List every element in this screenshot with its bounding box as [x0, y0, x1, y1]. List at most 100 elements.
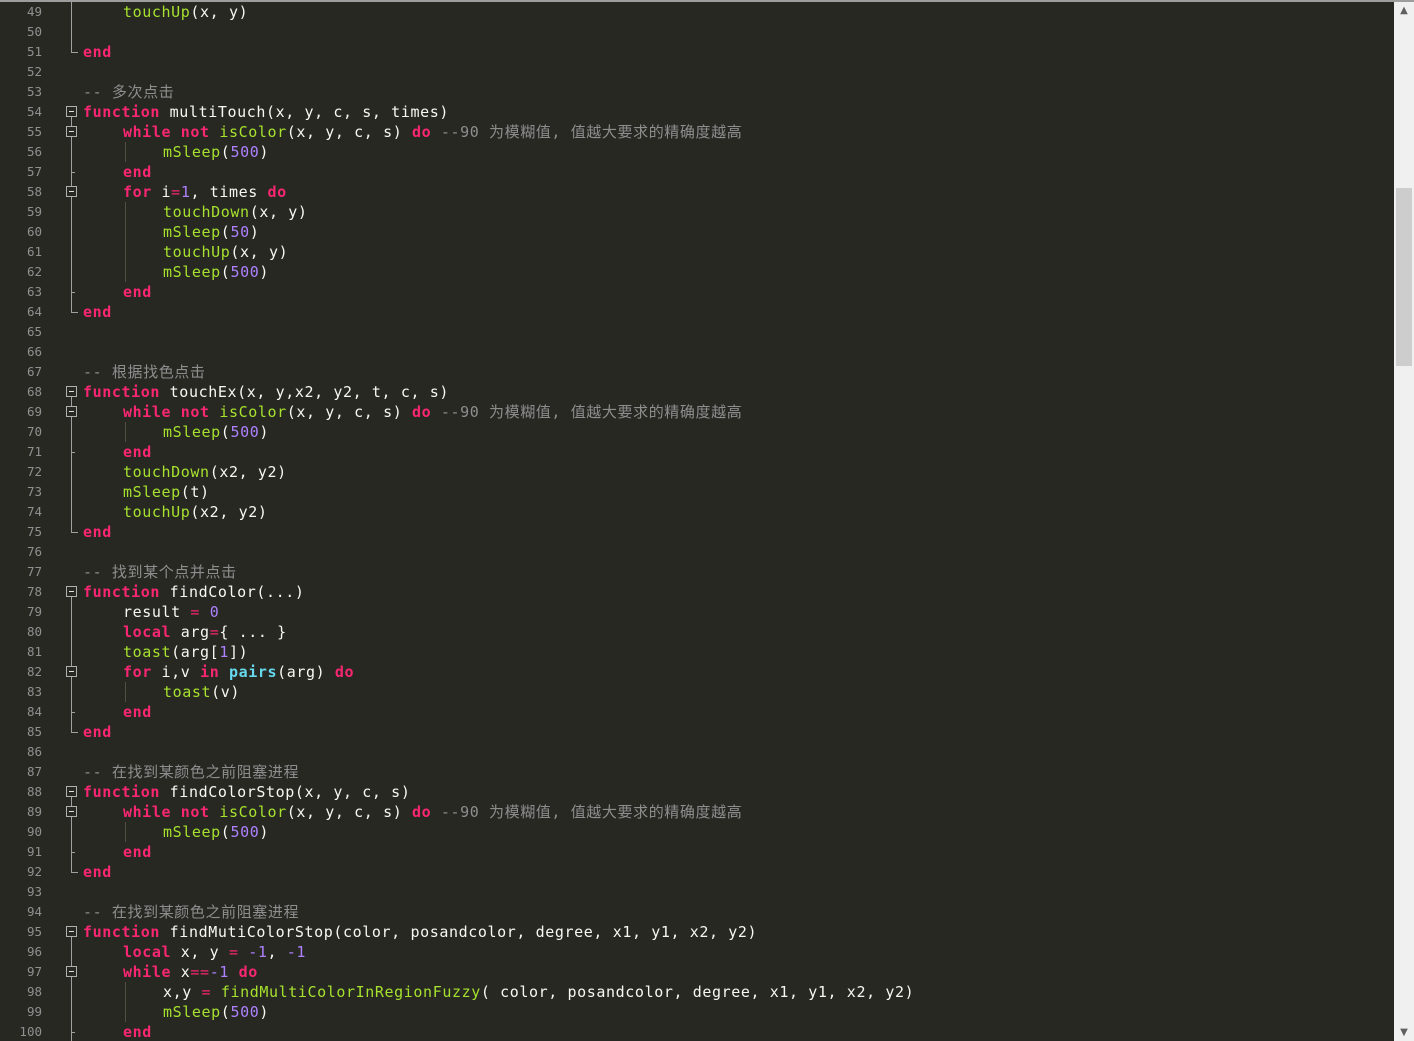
scrollbar-thumb[interactable]	[1396, 188, 1412, 366]
code-text: touchUp(x, y)	[123, 2, 248, 22]
code-token: 50	[230, 223, 250, 241]
code-line[interactable]: 96 local x, y = -1, -1	[0, 942, 1394, 962]
code-token: end	[83, 863, 112, 881]
code-line[interactable]: 91 end	[0, 842, 1394, 862]
line-number: 100	[19, 1024, 42, 1039]
code-token: =	[190, 603, 201, 621]
code-line[interactable]: 62 mSleep(500)	[0, 262, 1394, 282]
code-line[interactable]: 61 touchUp(x, y)	[0, 242, 1394, 262]
code-line[interactable]: 69 while not isColor(x, y, c, s) do --90 …	[0, 402, 1394, 422]
code-line[interactable]: 77 -- 找到某个点并点击	[0, 562, 1394, 582]
code-token: )	[249, 223, 260, 241]
code-line[interactable]: 89 while not isColor(x, y, c, s) do --90 …	[0, 802, 1394, 822]
code-line[interactable]: 92 end	[0, 862, 1394, 882]
code-line[interactable]: 70 mSleep(500)	[0, 422, 1394, 442]
code-line[interactable]: 51 end	[0, 42, 1394, 62]
code-line[interactable]: 50	[0, 22, 1394, 42]
fold-guide-line	[62, 242, 82, 262]
fold-toggle-icon[interactable]	[62, 662, 82, 682]
fold-toggle-icon[interactable]	[62, 962, 82, 982]
code-line[interactable]: 93	[0, 882, 1394, 902]
code-line[interactable]: 97 while x==-1 do	[0, 962, 1394, 982]
fold-toggle-icon[interactable]	[62, 122, 82, 142]
fold-gutter-empty	[62, 362, 82, 382]
code-line[interactable]: 66	[0, 342, 1394, 362]
code-line[interactable]: 85 end	[0, 722, 1394, 742]
code-line[interactable]: 65	[0, 322, 1394, 342]
code-token: 500	[230, 263, 260, 281]
fold-gutter-empty	[62, 542, 82, 562]
code-line[interactable]: 53 -- 多次点击	[0, 82, 1394, 102]
code-line[interactable]: 75 end	[0, 522, 1394, 542]
code-line[interactable]: 78 function findColor(...)	[0, 582, 1394, 602]
fold-toggle-icon[interactable]	[62, 582, 82, 602]
arrow-up-icon[interactable]: ▲	[1394, 2, 1414, 19]
code-token: function	[83, 923, 161, 941]
fold-toggle-icon[interactable]	[62, 402, 82, 422]
fold-guide-line	[62, 262, 82, 282]
code-line[interactable]: 94 -- 在找到某颜色之前阻塞进程	[0, 902, 1394, 922]
code-text: end	[123, 162, 152, 182]
fold-toggle-icon[interactable]	[62, 782, 82, 802]
line-number: 61	[26, 244, 42, 259]
code-text: mSleep(50)	[163, 222, 259, 242]
code-text: touchUp(x, y)	[163, 242, 288, 262]
line-number: 72	[26, 464, 42, 479]
code-line[interactable]: 82 for i,v in pairs(arg) do	[0, 662, 1394, 682]
code-line[interactable]: 72 touchDown(x2, y2)	[0, 462, 1394, 482]
code-line[interactable]: 100 end	[0, 1022, 1394, 1041]
code-line[interactable]: 68 function touchEx(x, y,x2, y2, t, c, s)	[0, 382, 1394, 402]
code-line[interactable]: 87 -- 在找到某颜色之前阻塞进程	[0, 762, 1394, 782]
fold-toggle-icon[interactable]	[62, 802, 82, 822]
code-line[interactable]: 58 for i=1, times do	[0, 182, 1394, 202]
fold-toggle-icon[interactable]	[62, 382, 82, 402]
code-line[interactable]: 49 touchUp(x, y)	[0, 2, 1394, 22]
code-token: end	[123, 443, 152, 461]
code-token: isColor	[219, 403, 287, 421]
fold-toggle-icon[interactable]	[62, 922, 82, 942]
fold-guide-line	[62, 702, 82, 722]
code-line[interactable]: 98 x,y = findMultiColorInRegionFuzzy( col…	[0, 982, 1394, 1002]
code-line[interactable]: 83 toast(v)	[0, 682, 1394, 702]
line-number: 89	[26, 804, 42, 819]
line-number: 97	[26, 964, 42, 979]
code-line[interactable]: 59 touchDown(x, y)	[0, 202, 1394, 222]
code-line[interactable]: 79 result = 0	[0, 602, 1394, 622]
code-line[interactable]: 56 mSleep(500)	[0, 142, 1394, 162]
code-line[interactable]: 90 mSleep(500)	[0, 822, 1394, 842]
code-line[interactable]: 52	[0, 62, 1394, 82]
code-line[interactable]: 63 end	[0, 282, 1394, 302]
arrow-down-icon[interactable]: ▼	[1394, 1024, 1414, 1041]
code-line[interactable]: 71 end	[0, 442, 1394, 462]
code-text: touchUp(x2, y2)	[123, 502, 267, 522]
code-line[interactable]: 67 -- 根据找色点击	[0, 362, 1394, 382]
code-line[interactable]: 55 while not isColor(x, y, c, s) do --90 …	[0, 122, 1394, 142]
code-line[interactable]: 73 mSleep(t)	[0, 482, 1394, 502]
code-line[interactable]: 74 touchUp(x2, y2)	[0, 502, 1394, 522]
code-line[interactable]: 80 local arg={ ... }	[0, 622, 1394, 642]
indent-guide	[125, 1002, 126, 1022]
code-token: 500	[230, 823, 260, 841]
code-line[interactable]: 84 end	[0, 702, 1394, 722]
code-line[interactable]: 95 function findMutiColorStop(color, posa…	[0, 922, 1394, 942]
code-text: for i,v in pairs(arg) do	[123, 662, 354, 682]
code-line[interactable]: 64 end	[0, 302, 1394, 322]
fold-toggle-icon[interactable]	[62, 182, 82, 202]
code-line[interactable]: 88 function findColorStop(x, y, c, s)	[0, 782, 1394, 802]
fold-toggle-icon[interactable]	[62, 102, 82, 122]
code-line[interactable]: 76	[0, 542, 1394, 562]
code-line[interactable]: 81 toast(arg[1])	[0, 642, 1394, 662]
code-line[interactable]: 99 mSleep(500)	[0, 1002, 1394, 1022]
code-line[interactable]: 86	[0, 742, 1394, 762]
code-line[interactable]: 54 function multiTouch(x, y, c, s, times)	[0, 102, 1394, 122]
code-token: findMutiColorStop(color, posandcolor, de…	[160, 923, 758, 941]
code-editor[interactable]: 49 touchUp(x, y) 50 51 end 52 53 -- 多次点击 54 funct…	[0, 2, 1394, 1041]
code-line[interactable]: 57 end	[0, 162, 1394, 182]
code-token: touchUp	[123, 503, 191, 521]
code-line[interactable]: 60 mSleep(50)	[0, 222, 1394, 242]
code-token: ,	[267, 943, 287, 961]
code-token: function	[83, 103, 161, 121]
vertical-scrollbar[interactable]: ▲ ▼	[1394, 2, 1414, 1041]
